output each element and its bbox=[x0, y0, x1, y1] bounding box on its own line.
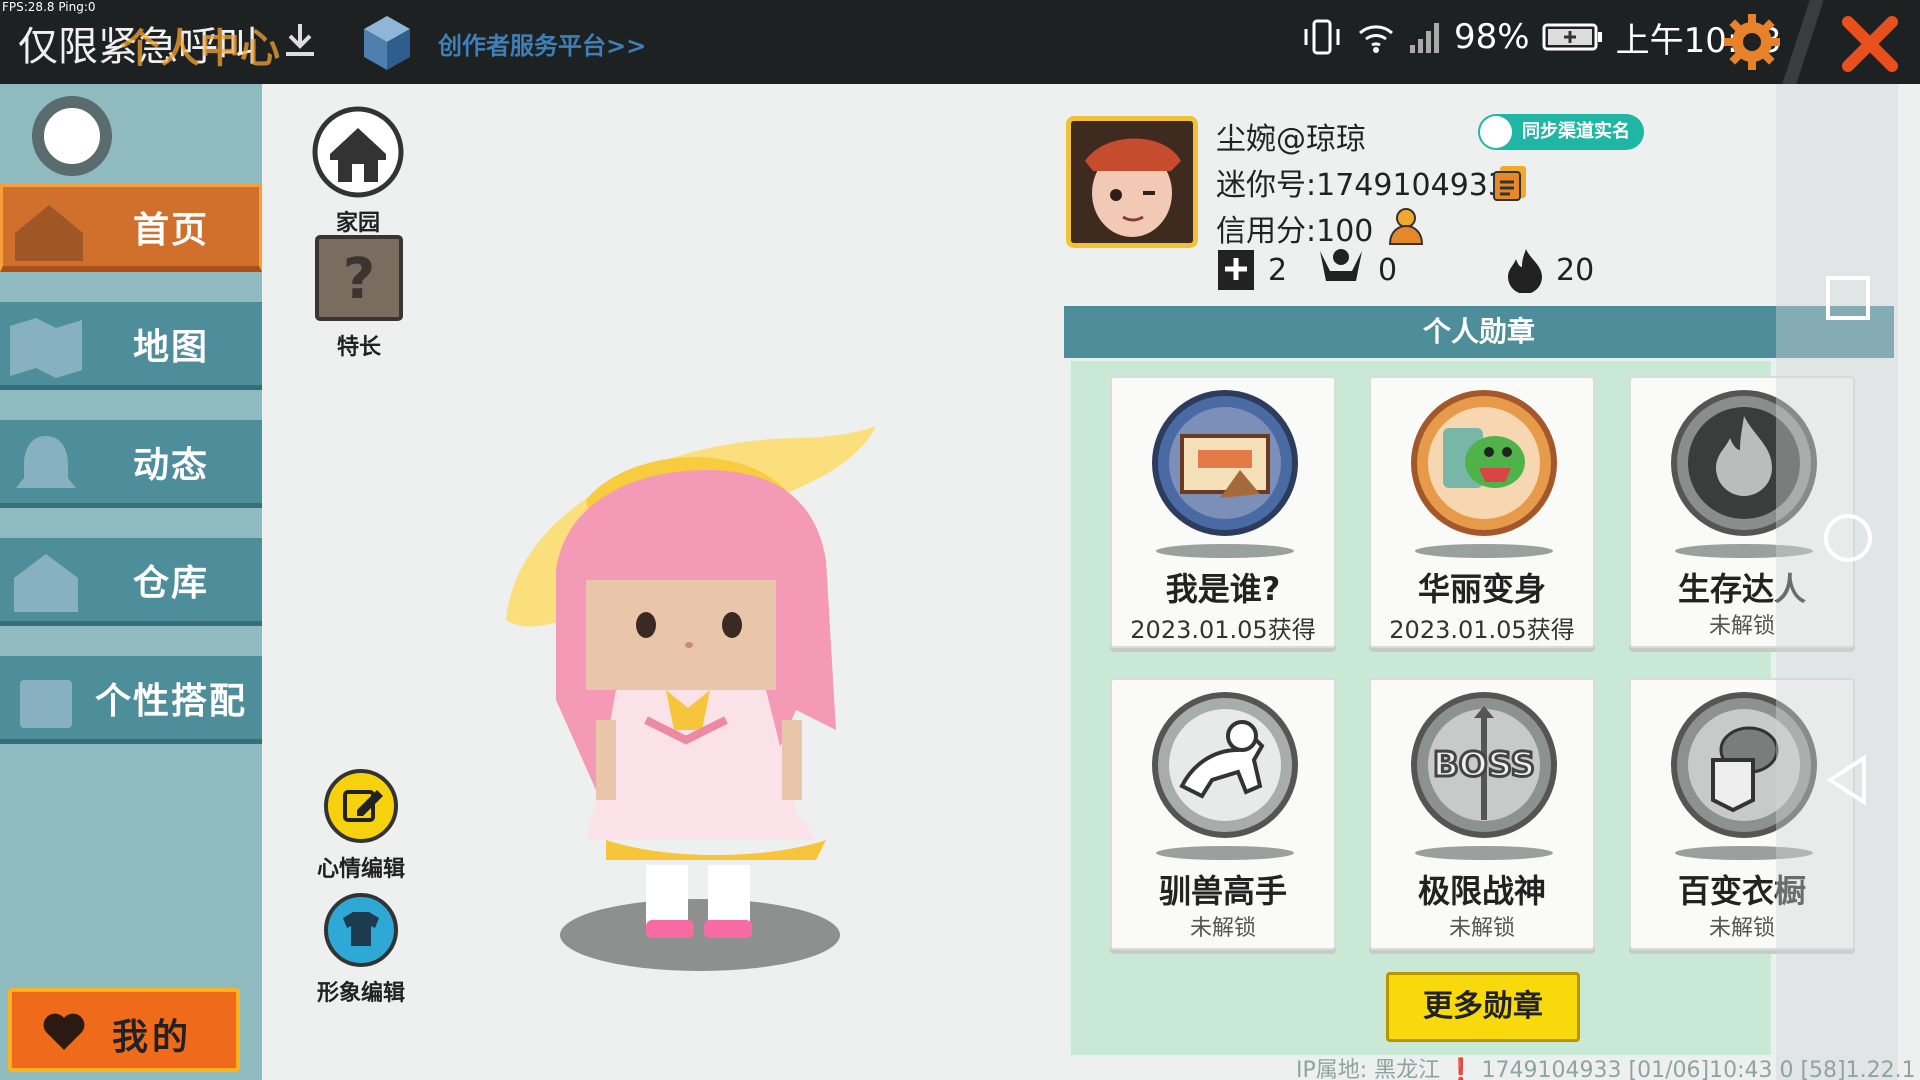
wifi-icon bbox=[1359, 25, 1393, 53]
sync-label: 同步渠道实名 bbox=[1522, 121, 1630, 142]
medal-title: 极限战神 bbox=[1417, 872, 1546, 910]
system-nav-overlay bbox=[1776, 84, 1898, 1080]
recents-square-icon[interactable] bbox=[1820, 270, 1876, 326]
more-medals-button[interactable]: 更多勋章 bbox=[1386, 972, 1580, 1042]
medal-title: 驯兽高手 bbox=[1158, 872, 1287, 910]
medal-card[interactable]: 我是谁? 2023.01.05获得 bbox=[1110, 376, 1336, 648]
svg-text:BOSS: BOSS bbox=[1433, 745, 1535, 785]
credit-person-icon[interactable] bbox=[1384, 204, 1428, 248]
settings-gear-icon[interactable] bbox=[1722, 12, 1782, 72]
heart-icon bbox=[43, 1013, 85, 1050]
medal-lock-status: 未解锁 bbox=[1448, 916, 1515, 941]
fps-readout: FPS:28.8 Ping:0 bbox=[2, 0, 96, 14]
avatar-edit-button[interactable]: 形象编辑 bbox=[306, 892, 416, 1007]
likes-count: 0 bbox=[1378, 252, 1398, 288]
nav-item-label: 个性搭配 bbox=[94, 680, 247, 722]
download-icon[interactable] bbox=[280, 20, 320, 60]
close-icon[interactable] bbox=[1840, 14, 1900, 74]
nav-item-label: 仓库 bbox=[132, 562, 209, 604]
boss-medal-icon: BOSS bbox=[1411, 692, 1557, 838]
medal-title: 我是谁? bbox=[1165, 570, 1281, 608]
warehouse-icon bbox=[14, 554, 78, 612]
nav-item-storage[interactable]: 仓库 bbox=[0, 538, 262, 626]
mini-id: 迷你号:1749104933 bbox=[1216, 168, 1507, 203]
nav-item-label: 首页 bbox=[132, 209, 209, 251]
nav-item-label: 动态 bbox=[132, 444, 209, 486]
signal-icon bbox=[1410, 23, 1439, 53]
hot-count: 20 bbox=[1556, 252, 1595, 288]
horse-medal-icon bbox=[1152, 692, 1298, 838]
avatar-toggle[interactable] bbox=[32, 96, 112, 176]
talent-button[interactable]: ? 特长 bbox=[314, 234, 404, 361]
home-label: 家园 bbox=[335, 211, 380, 236]
profile-avatar[interactable] bbox=[1066, 116, 1198, 248]
medal-shadow bbox=[1415, 846, 1553, 860]
medal-shadow bbox=[1415, 544, 1553, 558]
shirt-icon bbox=[324, 893, 398, 967]
creator-platform-link[interactable]: 创作者服务平台>> bbox=[438, 26, 646, 61]
mood-edit-button[interactable]: 心情编辑 bbox=[306, 768, 416, 883]
sync-realname-button[interactable]: 同步渠道实名 bbox=[1478, 114, 1644, 150]
flame-icon bbox=[1508, 249, 1542, 293]
add-friend-icon bbox=[1218, 250, 1254, 290]
vibrate-icon bbox=[1304, 19, 1340, 55]
avatar-image bbox=[1071, 121, 1193, 243]
friends-stat: 2 bbox=[1216, 246, 1287, 294]
back-triangle-icon[interactable] bbox=[1820, 752, 1876, 808]
question-block-icon: ? bbox=[315, 235, 403, 321]
nav-item-style[interactable]: 个性搭配 bbox=[0, 656, 262, 744]
friends-count: 2 bbox=[1268, 252, 1288, 288]
footer-info: IP属地: 黑龙江 ❗ 1749104933 [01/06]10:43 0 [5… bbox=[1296, 1058, 1916, 1080]
character-model[interactable] bbox=[496, 420, 946, 980]
nav-item-feed[interactable]: 动态 bbox=[0, 420, 262, 508]
dino-medal-icon bbox=[1411, 390, 1557, 536]
battery-percent: 98% bbox=[1454, 17, 1530, 57]
medal-card[interactable]: 驯兽高手 未解锁 bbox=[1110, 678, 1336, 950]
credit-score: 信用分:100 bbox=[1216, 214, 1374, 249]
nav-item-home[interactable]: 首页 bbox=[0, 184, 262, 272]
hot-stat: 20 bbox=[1506, 246, 1594, 294]
medal-lock-status: 未解锁 bbox=[1189, 916, 1256, 941]
likes-stat: 0 bbox=[1316, 246, 1397, 294]
outfit-icon bbox=[20, 680, 72, 728]
bell-icon bbox=[16, 436, 76, 488]
cheer-icon bbox=[1320, 249, 1362, 281]
divider bbox=[1782, 0, 1824, 84]
page-title: 个人中心 bbox=[120, 26, 280, 72]
nav-item-map[interactable]: 地图 bbox=[0, 302, 262, 390]
medal-title: 华丽变身 bbox=[1417, 570, 1546, 608]
top-bar: FPS:28.8 Ping:0 仅限紧急呼叫 个人中心 创作者服务平台>> 98… bbox=[0, 0, 1920, 84]
cube-logo-icon bbox=[364, 16, 410, 70]
home-button[interactable]: 家园 bbox=[310, 106, 406, 237]
profile-name: 尘婉@琼琼 bbox=[1216, 122, 1366, 157]
mail-medal-icon bbox=[1152, 390, 1298, 536]
status-bar: 98% 上午10:43 bbox=[1300, 12, 1782, 62]
edit-pencil-icon bbox=[324, 769, 398, 843]
battery-icon bbox=[1542, 23, 1602, 51]
map-icon bbox=[10, 318, 82, 378]
mine-button[interactable]: 我的 bbox=[8, 988, 240, 1072]
home-icon bbox=[312, 106, 404, 198]
talent-label: 特长 bbox=[336, 335, 381, 360]
person-icon bbox=[1480, 116, 1512, 148]
home-circle-icon[interactable] bbox=[1820, 510, 1876, 566]
mine-label: 我的 bbox=[112, 1017, 193, 1058]
medals-header: 个人勋章 bbox=[1064, 306, 1894, 358]
medal-shadow bbox=[1156, 846, 1294, 860]
mood-edit-label: 心情编辑 bbox=[316, 857, 405, 882]
avatar-edit-label: 形象编辑 bbox=[316, 981, 405, 1006]
medal-shadow bbox=[1156, 544, 1294, 558]
medal-card[interactable]: BOSS 极限战神 未解锁 bbox=[1369, 678, 1595, 950]
nav-item-label: 地图 bbox=[132, 326, 209, 368]
medal-card[interactable]: 华丽变身 2023.01.05获得 bbox=[1369, 376, 1595, 648]
medal-date: 2023.01.05获得 bbox=[1389, 616, 1575, 644]
medal-date: 2023.01.05获得 bbox=[1130, 616, 1316, 644]
copy-icon[interactable] bbox=[1490, 162, 1530, 202]
svg-text:?: ? bbox=[343, 247, 375, 312]
house-icon bbox=[15, 205, 83, 261]
